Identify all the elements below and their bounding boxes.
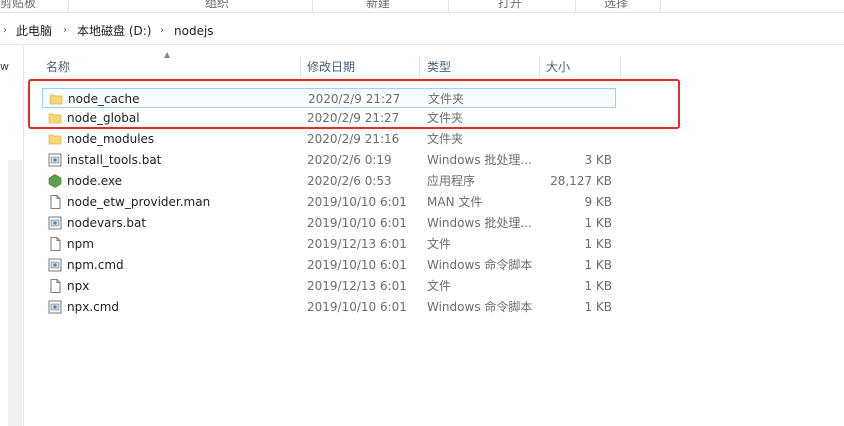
chevron-right-icon[interactable]: › [3,23,7,39]
ribbon-group-select: 选择 [604,0,629,10]
column-divider[interactable] [419,56,420,78]
breadcrumb-nodejs[interactable]: nodejs [174,23,214,39]
batch-file-icon [48,300,62,314]
file-date: 2019/12/13 6:01 [307,237,407,251]
file-size: 1 KB [584,216,612,230]
ribbon-divider [68,0,69,12]
file-size: 3 KB [584,153,612,167]
file-icon [48,195,62,209]
column-header-size[interactable]: 大小 [540,56,620,78]
file-type: Windows 批处理... [427,216,532,230]
ribbon-divider [660,0,661,12]
ribbon-group-new: 新建 [366,0,391,10]
navigation-pane-truncated-label: w [0,60,9,73]
breadcrumb-this-pc[interactable]: 此电脑 [16,23,52,39]
ribbon-group-open: 打开 [498,0,523,10]
file-row-npx[interactable]: npx 2019/12/13 6:01 文件 1 KB [42,276,616,296]
folder-icon [48,132,62,146]
file-row-node-exe[interactable]: node.exe 2020/2/6 0:53 应用程序 28,127 KB [42,171,616,191]
ribbon-group-clipboard: 剪贴板 [0,0,37,10]
file-name: npm [67,237,94,251]
file-type: Windows 命令脚本 [427,300,533,314]
file-size: 1 KB [584,258,612,272]
file-name: install_tools.bat [67,153,162,167]
red-highlight-box [28,79,680,129]
file-size: 1 KB [584,300,612,314]
file-date: 2019/10/10 6:01 [307,300,407,314]
file-size: 1 KB [584,279,612,293]
file-type: Windows 批处理... [427,153,532,167]
file-date: 2020/2/9 21:16 [307,132,400,146]
navigation-pane-scrollbar[interactable] [8,160,22,426]
file-row-node-modules[interactable]: node_modules 2020/2/9 21:16 文件夹 [42,129,616,149]
file-row-nodevars-bat[interactable]: nodevars.bat 2019/10/10 6:01 Windows 批处理… [42,213,616,233]
file-type: 应用程序 [427,174,476,188]
file-name: node.exe [67,174,123,188]
column-divider[interactable] [620,56,621,78]
file-size: 1 KB [584,237,612,251]
file-name: node_modules [67,132,155,146]
column-header-type[interactable]: 类型 [421,56,539,78]
file-name: node_etw_provider.man [67,195,211,209]
column-header-row: 名称 修改日期 类型 大小 [24,56,624,78]
file-date: 2019/10/10 6:01 [307,195,407,209]
column-header-name[interactable]: 名称 [40,56,300,78]
file-date: 2020/2/6 0:53 [307,174,392,188]
file-row-install-tools-bat[interactable]: install_tools.bat 2020/2/6 0:19 Windows … [42,150,616,170]
batch-file-icon [48,153,62,167]
ribbon-divider [312,0,313,12]
batch-file-icon [48,216,62,230]
ribbon-group-strip: 剪贴板 组织 新建 打开 选择 [0,0,844,13]
file-size: 28,127 KB [550,174,612,188]
file-date: 2019/10/10 6:01 [307,216,407,230]
file-name: nodevars.bat [67,216,147,230]
file-icon [48,237,62,251]
file-icon [48,279,62,293]
file-name: npx.cmd [67,300,120,314]
file-type: 文件夹 [427,132,464,146]
file-date: 2019/10/10 6:01 [307,258,407,272]
file-type: Windows 命令脚本 [427,258,533,272]
file-row-npm-cmd[interactable]: npm.cmd 2019/10/10 6:01 Windows 命令脚本 1 K… [42,255,616,275]
file-row-npx-cmd[interactable]: npx.cmd 2019/10/10 6:01 Windows 命令脚本 1 K… [42,297,616,317]
breadcrumb-local-disk-d[interactable]: 本地磁盘 (D:) [77,23,151,39]
address-bar[interactable]: › 此电脑 › 本地磁盘 (D:) › nodejs [0,18,844,45]
chevron-right-icon[interactable]: › [63,23,67,39]
file-size: 9 KB [584,195,612,209]
file-row-npm[interactable]: npm 2019/12/13 6:01 文件 1 KB [42,234,616,254]
file-date: 2020/2/6 0:19 [307,153,392,167]
ribbon-group-organize: 组织 [205,0,230,10]
file-type: 文件 [427,279,452,293]
file-row-node-etw-provider-man[interactable]: node_etw_provider.man 2019/10/10 6:01 MA… [42,192,616,212]
nodejs-hexagon-icon [48,174,62,188]
file-type: 文件 [427,237,452,251]
ribbon-divider [575,0,576,12]
chevron-right-icon[interactable]: › [160,23,164,39]
ribbon-divider [448,0,449,12]
column-header-date[interactable]: 修改日期 [301,56,419,78]
file-name: npx [67,279,90,293]
file-type: MAN 文件 [427,195,483,209]
file-date: 2019/12/13 6:01 [307,279,407,293]
file-name: npm.cmd [67,258,124,272]
navigation-pane[interactable]: w [0,46,24,426]
batch-file-icon [48,258,62,272]
